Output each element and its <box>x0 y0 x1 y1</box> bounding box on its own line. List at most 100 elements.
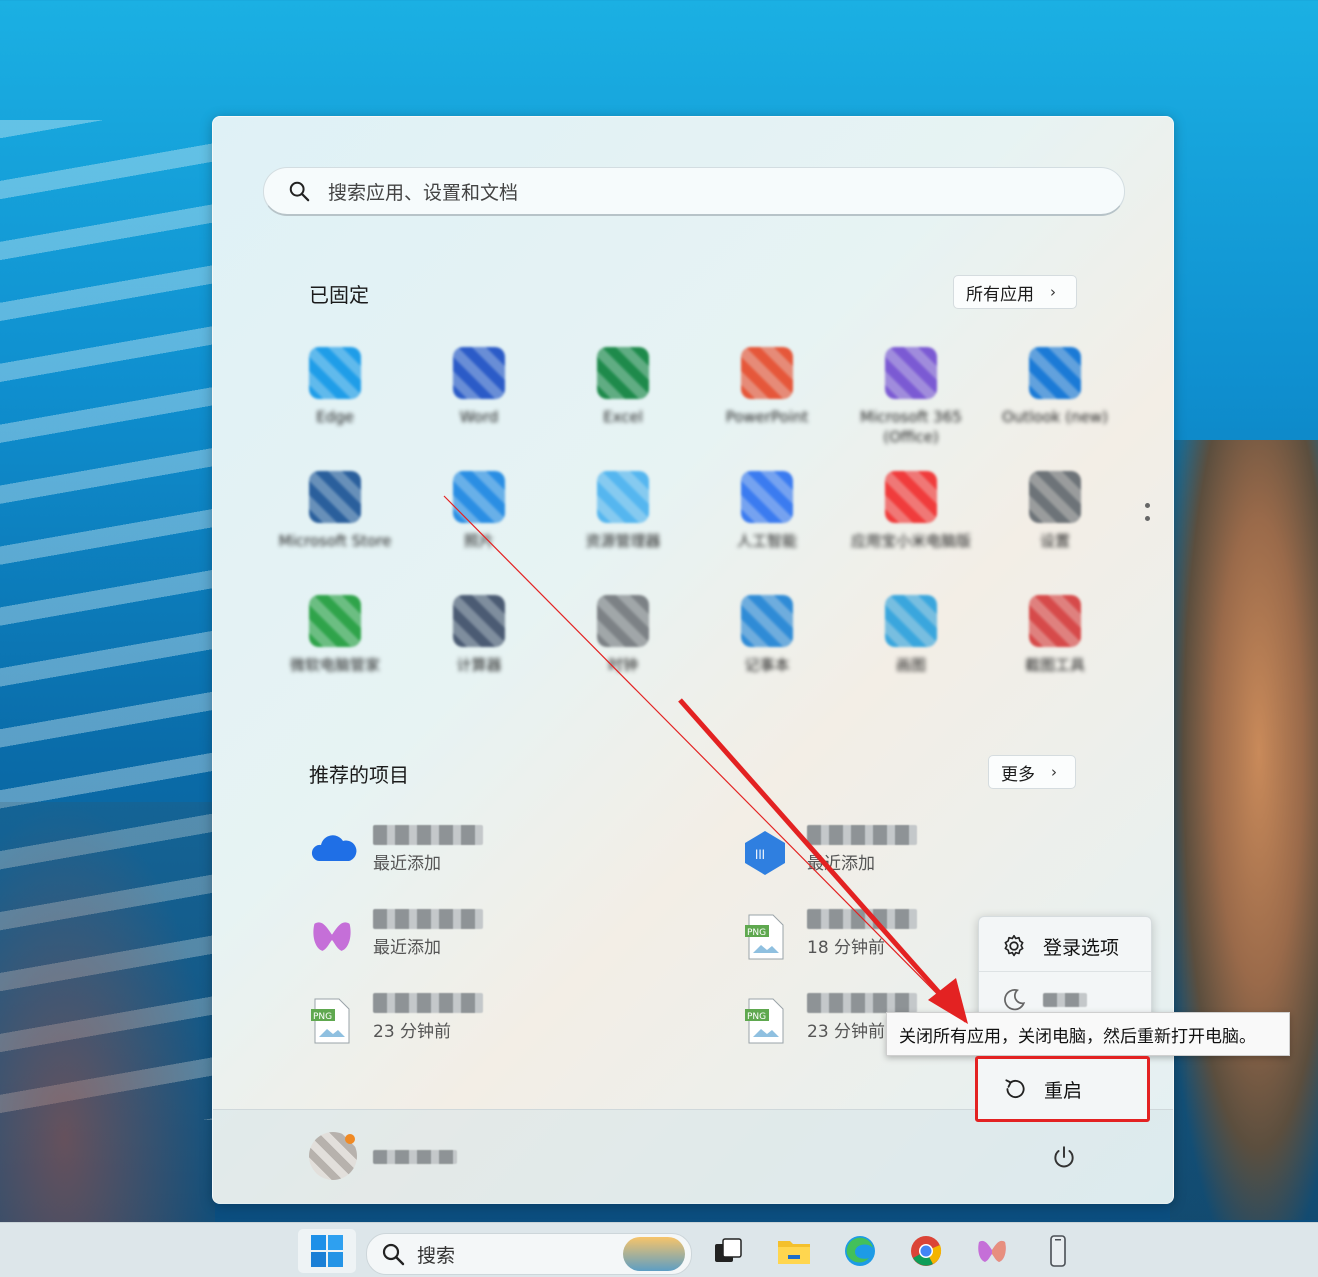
more-label: 更多 <box>1001 764 1035 785</box>
recommended-item-subtitle: 最近添加 <box>807 854 875 874</box>
chrome-icon <box>911 1236 942 1266</box>
pinned-app-appstore[interactable]: 应用宝小米电脑版 <box>839 463 983 583</box>
user-name[interactable] <box>373 1150 457 1164</box>
pinned-app-m365[interactable]: Microsoft 365 (Office) <box>839 339 983 459</box>
power-icon[interactable] <box>1051 1144 1077 1170</box>
chevron-right-icon: › <box>1050 283 1056 301</box>
edge-button[interactable] <box>838 1229 882 1273</box>
phone-link-button[interactable] <box>1036 1229 1080 1273</box>
pinned-app-edge[interactable]: Edge <box>263 339 407 459</box>
pinned-app-label: 计算器 <box>456 656 502 674</box>
pinned-app-label: Word <box>459 408 499 426</box>
pinned-app-snipping[interactable]: 截图工具 <box>983 587 1127 707</box>
pinned-app-label: Microsoft Store <box>278 532 392 550</box>
settings-icon <box>1029 471 1081 523</box>
pinned-app-outlook[interactable]: Outlook (new) <box>983 339 1127 459</box>
search-icon <box>289 181 310 202</box>
recommended-item[interactable]: lll 最近添加 <box>743 823 1123 883</box>
all-apps-label: 所有应用 <box>966 284 1034 305</box>
moon-icon <box>1004 989 1026 1011</box>
recommended-item-title <box>807 825 917 845</box>
pinned-app-word[interactable]: Word <box>407 339 551 459</box>
pcmanager-icon <box>309 595 361 647</box>
taskbar: 搜索 <box>0 1222 1318 1277</box>
more-button[interactable]: 更多 › <box>988 755 1076 789</box>
pinned-apps-grid: Edge Word Excel PowerPoint Microsoft 365 (Of… <box>263 339 1123 699</box>
copilot-icon <box>309 913 357 961</box>
recommended-item-title <box>373 993 483 1013</box>
snipping-icon <box>1029 595 1081 647</box>
pinned-app-label: 记事本 <box>744 656 790 674</box>
recommended-item[interactable]: 最近添加 <box>309 907 689 967</box>
notepad-icon <box>741 595 793 647</box>
user-avatar[interactable] <box>309 1132 357 1180</box>
recommended-item-subtitle: 23 分钟前 <box>807 1022 886 1042</box>
wallpaper-turtle <box>1170 440 1318 1220</box>
gear-icon <box>1004 934 1024 957</box>
pinned-app-explorer[interactable]: 资源管理器 <box>551 463 695 583</box>
appstore-icon <box>885 471 937 523</box>
explorer-icon <box>597 471 649 523</box>
pinned-app-label: 人工智能 <box>736 532 797 550</box>
sign-in-options-label: 登录选项 <box>1043 936 1120 959</box>
pinned-app-label: 资源管理器 <box>585 532 661 550</box>
pinned-app-photos[interactable]: 照片 <box>407 463 551 583</box>
pinned-app-calculator[interactable]: 计算器 <box>407 587 551 707</box>
folder-icon <box>778 1241 810 1264</box>
ai-app-icon <box>741 471 793 523</box>
recommended-item-title <box>807 909 917 929</box>
pinned-app-powerpoint[interactable]: PowerPoint <box>695 339 839 459</box>
page-dots[interactable] <box>1143 503 1151 529</box>
start-footer <box>213 1109 1173 1204</box>
search-placeholder: 搜索应用、设置和文档 <box>328 181 519 204</box>
pinned-app-excel[interactable]: Excel <box>551 339 695 459</box>
task-view-button[interactable] <box>706 1229 750 1273</box>
file-explorer-button[interactable] <box>772 1229 816 1273</box>
sleep-label <box>1043 993 1087 1007</box>
pinned-app-label: Microsoft 365 (Office) <box>860 408 962 446</box>
recommended-item-subtitle: 18 分钟前 <box>807 938 886 958</box>
svg-text:PNG: PNG <box>313 1012 332 1022</box>
pinned-app-label: PowerPoint <box>725 408 809 426</box>
search-icon <box>382 1243 405 1266</box>
recommended-title: 推荐的项目 <box>309 763 409 787</box>
taskbar-search[interactable]: 搜索 <box>366 1233 692 1275</box>
all-apps-button[interactable]: 所有应用 › <box>953 275 1077 309</box>
pinned-app-paint[interactable]: 画图 <box>839 587 983 707</box>
phone-icon <box>1050 1235 1066 1267</box>
png-file-icon: PNG <box>743 997 791 1045</box>
copilot-button[interactable] <box>970 1229 1014 1273</box>
pinned-app-label: 设置 <box>1039 532 1070 550</box>
paint-icon <box>885 595 937 647</box>
restart-tooltip: 关闭所有应用，关闭电脑，然后重新打开电脑。 <box>886 1012 1290 1056</box>
search-highlight-icon <box>623 1237 685 1271</box>
sign-in-options-item[interactable]: 登录选项 <box>979 919 1151 973</box>
start-button[interactable] <box>298 1229 356 1273</box>
pinned-app-label: 时钟 <box>607 656 638 674</box>
pinned-app-notepad[interactable]: 记事本 <box>695 587 839 707</box>
pinned-app-label: Edge <box>316 408 354 426</box>
pinned-app-label: 画图 <box>895 656 926 674</box>
pinned-app-ai-app[interactable]: 人工智能 <box>695 463 839 583</box>
taskbar-search-label: 搜索 <box>417 1244 456 1267</box>
pinned-app-label: 照片 <box>463 532 494 550</box>
windows-logo-icon <box>311 1235 343 1267</box>
restart-label: 重启 <box>1044 1079 1083 1102</box>
calculator-icon <box>453 595 505 647</box>
png-file-icon: PNG <box>743 913 791 961</box>
start-search-box[interactable]: 搜索应用、设置和文档 <box>263 167 1125 216</box>
pinned-app-pcmanager[interactable]: 微软电脑管家 <box>263 587 407 707</box>
pinned-app-store[interactable]: Microsoft Store <box>263 463 407 583</box>
restart-button[interactable]: 重启 <box>975 1056 1150 1122</box>
recommended-item[interactable]: PNG 23 分钟前 <box>309 991 689 1051</box>
recommended-item-subtitle: 最近添加 <box>373 938 441 958</box>
pinned-app-clock[interactable]: 时钟 <box>551 587 695 707</box>
pinned-app-settings[interactable]: 设置 <box>983 463 1127 583</box>
clock-icon <box>597 595 649 647</box>
cloud-icon <box>309 829 357 877</box>
chrome-button[interactable] <box>904 1229 948 1273</box>
app-icon: lll <box>743 829 791 877</box>
recommended-item[interactable]: 最近添加 <box>309 823 689 883</box>
edge-icon <box>845 1236 875 1266</box>
recommended-item-subtitle: 23 分钟前 <box>373 1022 452 1042</box>
